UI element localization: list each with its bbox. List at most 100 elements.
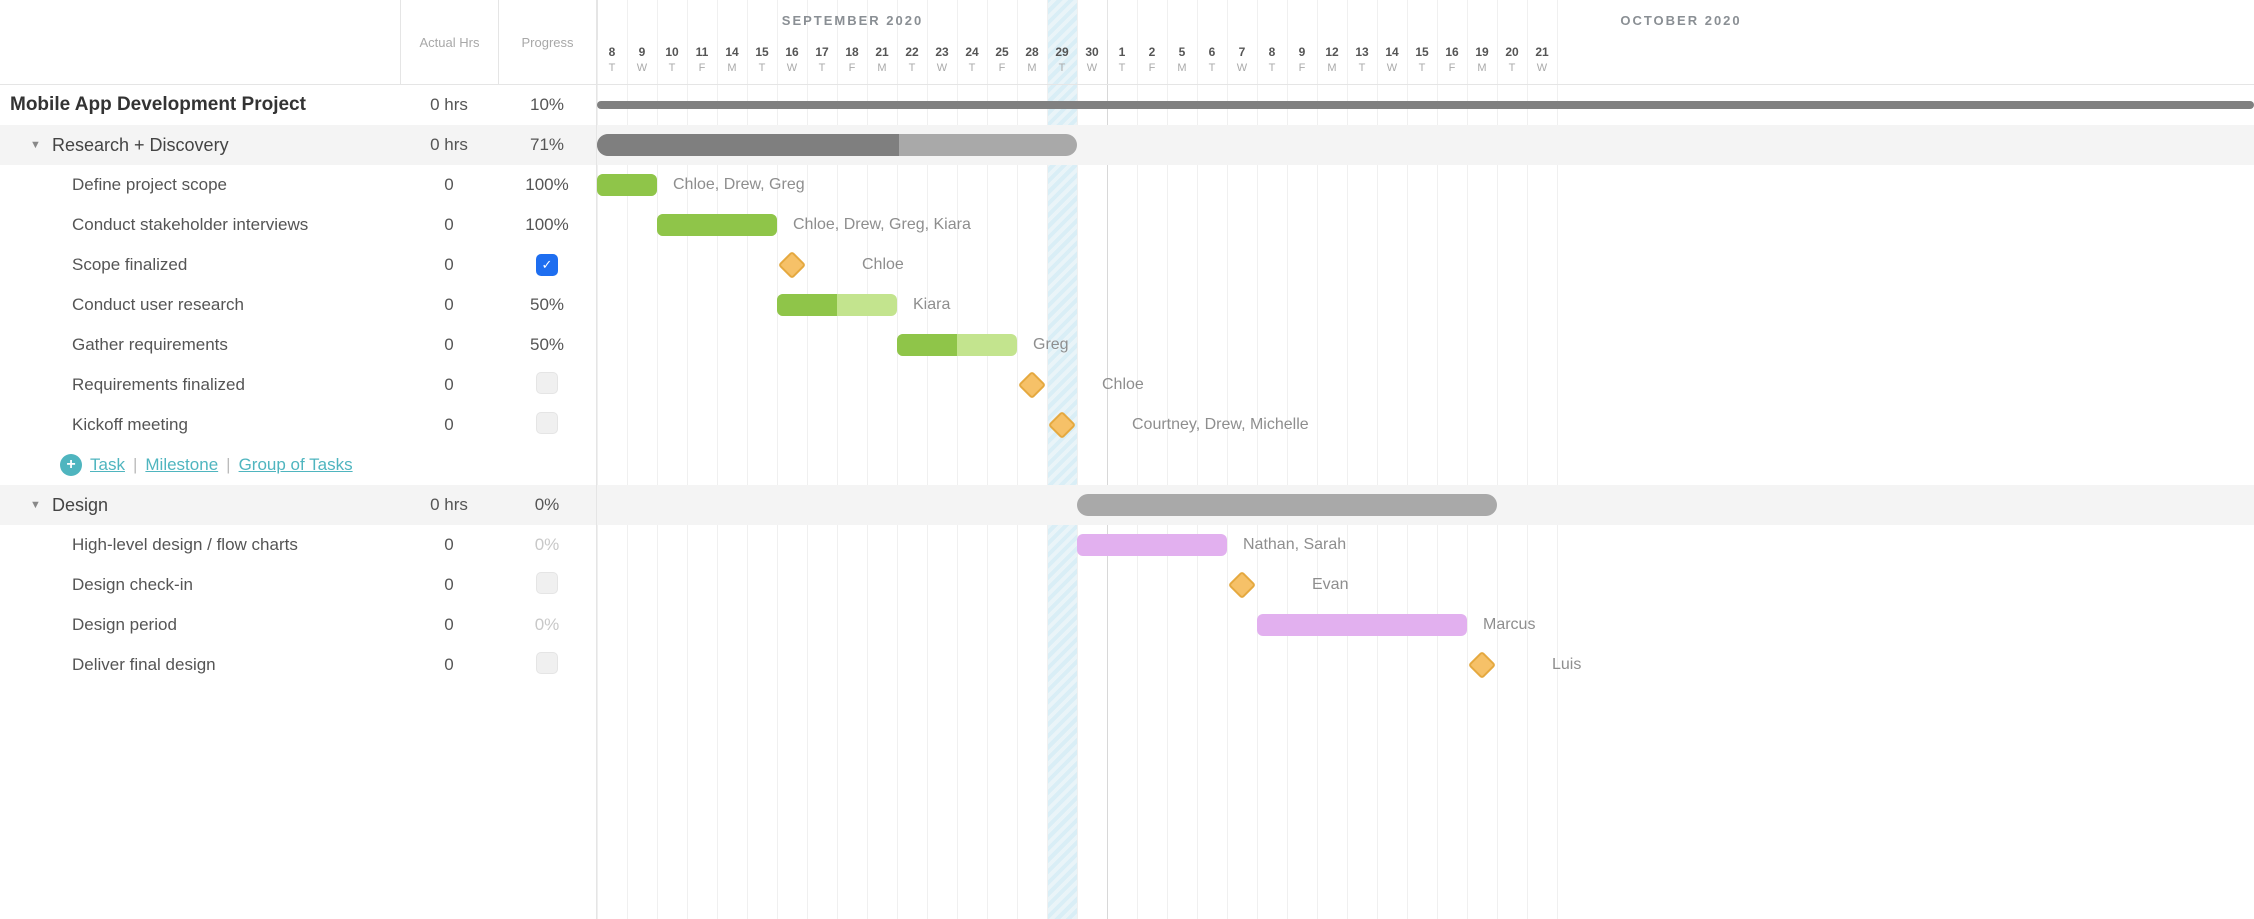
timeline-row[interactable]: Greg: [597, 325, 2254, 365]
add-icon[interactable]: +: [60, 454, 82, 476]
task-row[interactable]: Conduct user research050%: [0, 285, 596, 325]
day-header[interactable]: 10T: [657, 40, 687, 85]
task-name[interactable]: Gather requirements: [0, 335, 400, 355]
timeline-row[interactable]: Nathan, Sarah: [597, 525, 2254, 565]
task-bar[interactable]: Nathan, Sarah: [1077, 534, 1227, 556]
timeline-row[interactable]: [597, 125, 2254, 165]
project-name[interactable]: Mobile App Development Project: [0, 94, 400, 116]
timeline-row[interactable]: [597, 485, 2254, 525]
milestone-diamond[interactable]: [1228, 571, 1256, 599]
add-group-link[interactable]: Group of Tasks: [239, 455, 353, 475]
task-name[interactable]: Define project scope: [0, 175, 400, 195]
task-row[interactable]: Deliver final design0: [0, 645, 596, 685]
caret-down-icon[interactable]: ▼: [30, 139, 46, 151]
task-bar[interactable]: Greg: [897, 334, 1017, 356]
task-name[interactable]: Scope finalized: [0, 255, 400, 275]
day-header[interactable]: 17T: [807, 40, 837, 85]
task-name[interactable]: Kickoff meeting: [0, 415, 400, 435]
task-name[interactable]: High-level design / flow charts: [0, 535, 400, 555]
task-name[interactable]: Conduct user research: [0, 295, 400, 315]
day-header[interactable]: 7W: [1227, 40, 1257, 85]
progress-check-empty[interactable]: [536, 372, 558, 394]
timeline-row[interactable]: Chloe, Drew, Greg, Kiara: [597, 205, 2254, 245]
task-row[interactable]: Scope finalized0✓: [0, 245, 596, 285]
day-header[interactable]: 6T: [1197, 40, 1227, 85]
timeline-row[interactable]: Chloe, Drew, Greg: [597, 165, 2254, 205]
task-name[interactable]: Deliver final design: [0, 655, 400, 675]
add-milestone-link[interactable]: Milestone: [145, 455, 218, 475]
timeline-row[interactable]: Kiara: [597, 285, 2254, 325]
task-name[interactable]: Conduct stakeholder interviews: [0, 215, 400, 235]
day-header[interactable]: 14W: [1377, 40, 1407, 85]
progress-check-done[interactable]: ✓: [536, 254, 558, 276]
day-header[interactable]: 23W: [927, 40, 957, 85]
group-name[interactable]: ▼Design: [0, 495, 400, 516]
task-row[interactable]: Design period00%: [0, 605, 596, 645]
timeline-row[interactable]: Chloe: [597, 365, 2254, 405]
milestone-diamond[interactable]: [1018, 371, 1046, 399]
timeline-row[interactable]: Marcus: [597, 605, 2254, 645]
day-header[interactable]: 21M: [867, 40, 897, 85]
day-header[interactable]: 15T: [1407, 40, 1437, 85]
summary-bar[interactable]: [1077, 494, 1497, 516]
group-row[interactable]: ▼Design0 hrs0%: [0, 485, 596, 525]
day-header[interactable]: 16F: [1437, 40, 1467, 85]
progress-check-empty[interactable]: [536, 412, 558, 434]
summary-bar[interactable]: [597, 134, 1077, 156]
day-header[interactable]: 13T: [1347, 40, 1377, 85]
day-header[interactable]: 8T: [1257, 40, 1287, 85]
day-header[interactable]: 11F: [687, 40, 717, 85]
timeline-row[interactable]: Luis: [597, 645, 2254, 685]
task-name[interactable]: Design period: [0, 615, 400, 635]
progress-check-empty[interactable]: [536, 572, 558, 594]
timeline-row[interactable]: [597, 85, 2254, 125]
task-bar[interactable]: Marcus: [1257, 614, 1467, 636]
day-header[interactable]: 18F: [837, 40, 867, 85]
day-header[interactable]: 16W: [777, 40, 807, 85]
day-header[interactable]: 25F: [987, 40, 1017, 85]
timeline-row[interactable]: Evan: [597, 565, 2254, 605]
day-header[interactable]: 2F: [1137, 40, 1167, 85]
day-header[interactable]: 30W: [1077, 40, 1107, 85]
day-header[interactable]: 9F: [1287, 40, 1317, 85]
task-name[interactable]: Design check-in: [0, 575, 400, 595]
day-header[interactable]: 29T: [1047, 40, 1077, 85]
day-header[interactable]: 15T: [747, 40, 777, 85]
task-row[interactable]: High-level design / flow charts00%: [0, 525, 596, 565]
project-row[interactable]: Mobile App Development Project0 hrs10%: [0, 85, 596, 125]
group-row[interactable]: ▼Research + Discovery0 hrs71%: [0, 125, 596, 165]
day-header[interactable]: 5M: [1167, 40, 1197, 85]
task-bar[interactable]: Chloe, Drew, Greg, Kiara: [657, 214, 777, 236]
column-header-actual[interactable]: Actual Hrs: [400, 0, 498, 84]
timeline-row[interactable]: Courtney, Drew, Michelle: [597, 405, 2254, 445]
day-header[interactable]: 19M: [1467, 40, 1497, 85]
milestone-diamond[interactable]: [1048, 411, 1076, 439]
caret-down-icon[interactable]: ▼: [30, 499, 46, 511]
day-header[interactable]: 21W: [1527, 40, 1557, 85]
task-row[interactable]: Requirements finalized0: [0, 365, 596, 405]
task-row[interactable]: Gather requirements050%: [0, 325, 596, 365]
day-header[interactable]: 20T: [1497, 40, 1527, 85]
timeline-row[interactable]: Chloe: [597, 245, 2254, 285]
day-header[interactable]: 12M: [1317, 40, 1347, 85]
task-row[interactable]: Kickoff meeting0: [0, 405, 596, 445]
group-name[interactable]: ▼Research + Discovery: [0, 135, 400, 156]
task-row[interactable]: Conduct stakeholder interviews0100%: [0, 205, 596, 245]
day-header[interactable]: 8T: [597, 40, 627, 85]
progress-check-empty[interactable]: [536, 652, 558, 674]
task-bar[interactable]: Kiara: [777, 294, 897, 316]
milestone-diamond[interactable]: [778, 251, 806, 279]
task-name[interactable]: Requirements finalized: [0, 375, 400, 395]
task-bar[interactable]: Chloe, Drew, Greg: [597, 174, 657, 196]
day-header[interactable]: 1T: [1107, 40, 1137, 85]
task-row[interactable]: Define project scope0100%: [0, 165, 596, 205]
project-bar[interactable]: [597, 101, 2254, 109]
day-header[interactable]: 9W: [627, 40, 657, 85]
task-row[interactable]: Design check-in0: [0, 565, 596, 605]
add-task-link[interactable]: Task: [90, 455, 125, 475]
column-header-progress[interactable]: Progress: [498, 0, 596, 84]
day-header[interactable]: 24T: [957, 40, 987, 85]
day-header[interactable]: 14M: [717, 40, 747, 85]
day-header[interactable]: 28M: [1017, 40, 1047, 85]
milestone-diamond[interactable]: [1468, 651, 1496, 679]
